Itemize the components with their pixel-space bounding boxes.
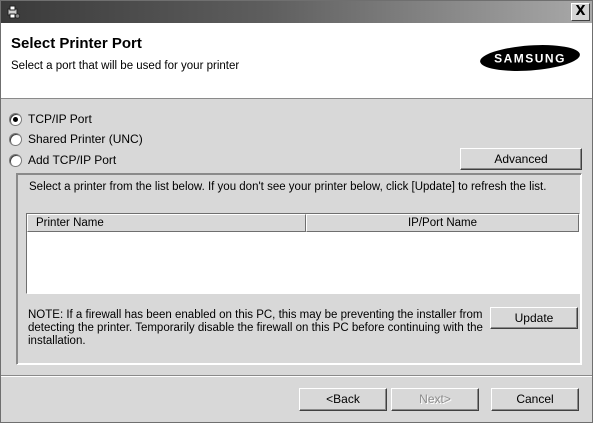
close-button[interactable]: X [571,3,590,21]
header-panel: Select Printer Port Select a port that w… [1,23,592,99]
radio-button-selected[interactable] [9,112,22,126]
advanced-button[interactable]: Advanced [460,148,582,170]
samsung-logo: SAMSUNG [480,45,580,71]
radio-tcpip-port[interactable]: TCP/IP Port [9,111,92,127]
cancel-button[interactable]: Cancel [491,388,579,411]
back-button[interactable]: <Back [299,388,387,411]
column-header-printer-name[interactable]: Printer Name [27,214,306,232]
logo-text: SAMSUNG [494,52,566,66]
radio-button[interactable] [9,132,22,146]
radio-label-tcpip: TCP/IP Port [28,112,92,126]
installer-icon [5,4,21,20]
installer-window: X Select Printer Port Select a port that… [0,0,593,423]
page-subtitle: Select a port that will be used for your… [11,60,240,72]
footer-divider [1,375,592,377]
list-instruction: Select a printer from the list below. If… [29,181,547,193]
page-title: Select Printer Port [11,35,142,52]
close-icon: X [575,4,586,19]
update-button[interactable]: Update [490,307,578,329]
firewall-note: NOTE: If a firewall has been enabled on … [28,309,483,347]
title-bar[interactable]: X [1,1,592,23]
radio-button[interactable] [9,153,22,167]
printer-list[interactable]: Printer Name IP/Port Name [26,213,580,294]
radio-add-tcpip-port[interactable]: Add TCP/IP Port [9,152,116,168]
next-button[interactable]: Next> [391,388,479,411]
radio-shared-printer[interactable]: Shared Printer (UNC) [9,131,143,147]
column-header-ip-port-name[interactable]: IP/Port Name [306,214,579,232]
radio-label-shared: Shared Printer (UNC) [28,132,143,146]
radio-label-add: Add TCP/IP Port [28,153,117,167]
